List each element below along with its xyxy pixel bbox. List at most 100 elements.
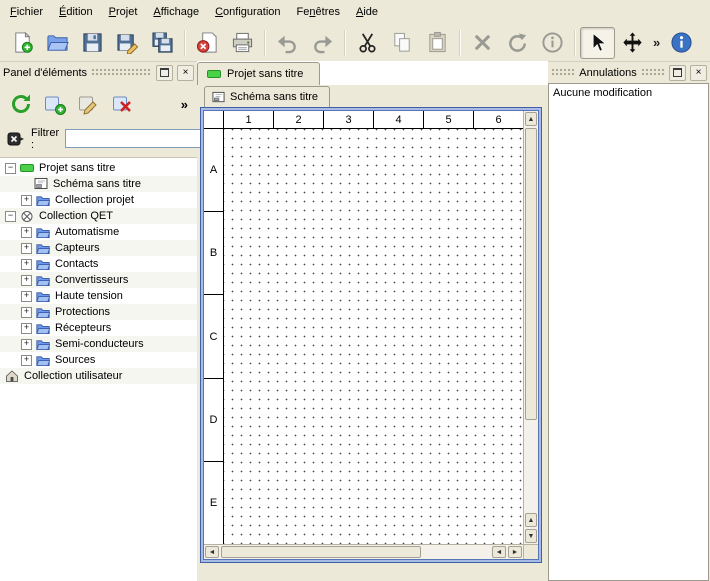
tree-item-contacts[interactable]: Contacts (0, 256, 197, 272)
reload-collections-button[interactable] (9, 92, 33, 116)
dock-close-button[interactable]: × (690, 65, 707, 81)
open-file-button[interactable] (40, 27, 75, 59)
expand-expander-icon[interactable] (21, 291, 32, 302)
vertical-scroll-thumb[interactable] (525, 128, 537, 420)
tree-item-collection-projet[interactable]: Collection projet (0, 192, 197, 208)
vertical-scroll-track[interactable] (524, 421, 538, 512)
toolbar-overflow-chevron[interactable]: » (650, 35, 663, 50)
tree-item-recepteurs[interactable]: Récepteurs (0, 320, 197, 336)
folder-icon (36, 337, 50, 351)
tree-item-capteurs[interactable]: Capteurs (0, 240, 197, 256)
save-all-button[interactable] (145, 27, 180, 59)
tab-projet-sans-titre[interactable]: Projet sans titre (197, 62, 320, 85)
new-element-icon (43, 92, 67, 116)
clear-filter-button[interactable] (7, 130, 25, 148)
copy-button[interactable] (385, 27, 420, 59)
menu-configuration[interactable]: Configuration (207, 0, 288, 24)
schema-canvas[interactable] (224, 129, 523, 544)
expand-expander-icon[interactable] (21, 243, 32, 254)
elements-tree: Projet sans titre Schéma sans titre Coll… (0, 157, 197, 581)
element-info-button[interactable] (535, 27, 570, 59)
tree-item-haute-tension[interactable]: Haute tension (0, 288, 197, 304)
collapse-expander-icon[interactable] (5, 211, 16, 222)
vertical-scrollbar[interactable]: ▲ ▲ ▼ (523, 111, 538, 544)
scroll-right-button[interactable]: ► (508, 546, 522, 558)
row-label: C (204, 295, 223, 378)
scroll-left-button[interactable]: ◄ (205, 546, 219, 558)
elements-panel-titlebar[interactable]: Panel d'éléments × (0, 61, 197, 83)
menu-fichier[interactable]: Fichier (2, 0, 51, 24)
column-ruler: 1 2 3 4 5 6 (224, 111, 523, 129)
save-button[interactable] (75, 27, 110, 59)
paste-button[interactable] (420, 27, 455, 59)
column-label: 1 (224, 111, 274, 128)
filter-input[interactable] (65, 129, 215, 148)
panel-overflow-chevron[interactable]: » (181, 97, 188, 112)
tree-item-collection-utilisateur[interactable]: Collection utilisateur (0, 368, 197, 384)
tree-item-automatisme[interactable]: Automatisme (0, 224, 197, 240)
delete-button[interactable] (465, 27, 500, 59)
dock-close-button[interactable]: × (177, 65, 194, 81)
undo-list[interactable]: Aucune modification (548, 83, 709, 581)
tree-item-schema[interactable]: Schéma sans titre (0, 176, 197, 192)
tree-item-sources[interactable]: Sources (0, 352, 197, 368)
expand-expander-icon[interactable] (21, 259, 32, 270)
tree-item-protections[interactable]: Protections (0, 304, 197, 320)
horizontal-scrollbar[interactable]: ◄ ◄ ► (204, 544, 523, 559)
move-mode-button[interactable] (615, 27, 650, 59)
folder-icon (36, 193, 50, 207)
cut-button[interactable] (350, 27, 385, 59)
expand-expander-icon[interactable] (21, 339, 32, 350)
expand-expander-icon[interactable] (21, 323, 32, 334)
scroll-up-button[interactable]: ▲ (525, 513, 537, 527)
delete-element-button[interactable] (111, 92, 135, 116)
horizontal-scroll-thumb[interactable] (221, 546, 421, 558)
folder-icon (36, 225, 50, 239)
expand-expander-icon[interactable] (21, 307, 32, 318)
menu-affichage[interactable]: Affichage (145, 0, 207, 24)
dock-drag-handle[interactable] (551, 68, 575, 77)
menu-edition[interactable]: Édition (51, 0, 101, 24)
horizontal-scroll-track[interactable] (422, 545, 491, 559)
collapse-expander-icon[interactable] (5, 163, 16, 174)
new-file-button[interactable] (5, 27, 40, 59)
scroll-down-button[interactable]: ▼ (525, 529, 537, 543)
new-element-button[interactable] (43, 92, 67, 116)
tree-item-label: Collection projet (55, 194, 134, 206)
dock-float-button[interactable] (669, 65, 686, 81)
tab-schema-sans-titre[interactable]: Schéma sans titre (204, 86, 330, 107)
undo-dock-titlebar[interactable]: Annulations × (548, 61, 710, 83)
dock-drag-handle[interactable] (91, 68, 152, 77)
tree-item-collection-qet[interactable]: Collection QET (0, 208, 197, 224)
menu-aide[interactable]: Aide (348, 0, 386, 24)
cursor-arrow-icon (586, 31, 609, 54)
menu-fenetres[interactable]: Fenêtres (289, 0, 348, 24)
print-button[interactable] (225, 27, 260, 59)
about-button[interactable] (664, 27, 699, 59)
expand-expander-icon[interactable] (21, 275, 32, 286)
selection-mode-button[interactable] (580, 27, 615, 59)
save-as-button[interactable] (110, 27, 145, 59)
delete-element-icon (111, 92, 135, 116)
scroll-up-button[interactable]: ▲ (525, 112, 537, 126)
rotate-button[interactable] (500, 27, 535, 59)
close-file-button[interactable] (190, 27, 225, 59)
menu-projet[interactable]: Projet (101, 0, 146, 24)
tree-item-label: Sources (55, 354, 95, 366)
tree-item-project[interactable]: Projet sans titre (0, 160, 197, 176)
folder-icon (36, 321, 50, 335)
expand-expander-icon[interactable] (21, 195, 32, 206)
folder-icon (36, 257, 50, 271)
edit-element-button[interactable] (77, 92, 101, 116)
main-toolbar: » (0, 24, 710, 62)
undo-button[interactable] (270, 27, 305, 59)
expand-expander-icon[interactable] (21, 227, 32, 238)
row-label: B (204, 212, 223, 295)
dock-float-button[interactable] (156, 65, 173, 81)
tree-item-convertisseurs[interactable]: Convertisseurs (0, 272, 197, 288)
redo-button[interactable] (305, 27, 340, 59)
expand-expander-icon[interactable] (21, 355, 32, 366)
dock-drag-handle[interactable] (641, 68, 665, 77)
scroll-left-button[interactable]: ◄ (492, 546, 506, 558)
tree-item-semi-conducteurs[interactable]: Semi-conducteurs (0, 336, 197, 352)
